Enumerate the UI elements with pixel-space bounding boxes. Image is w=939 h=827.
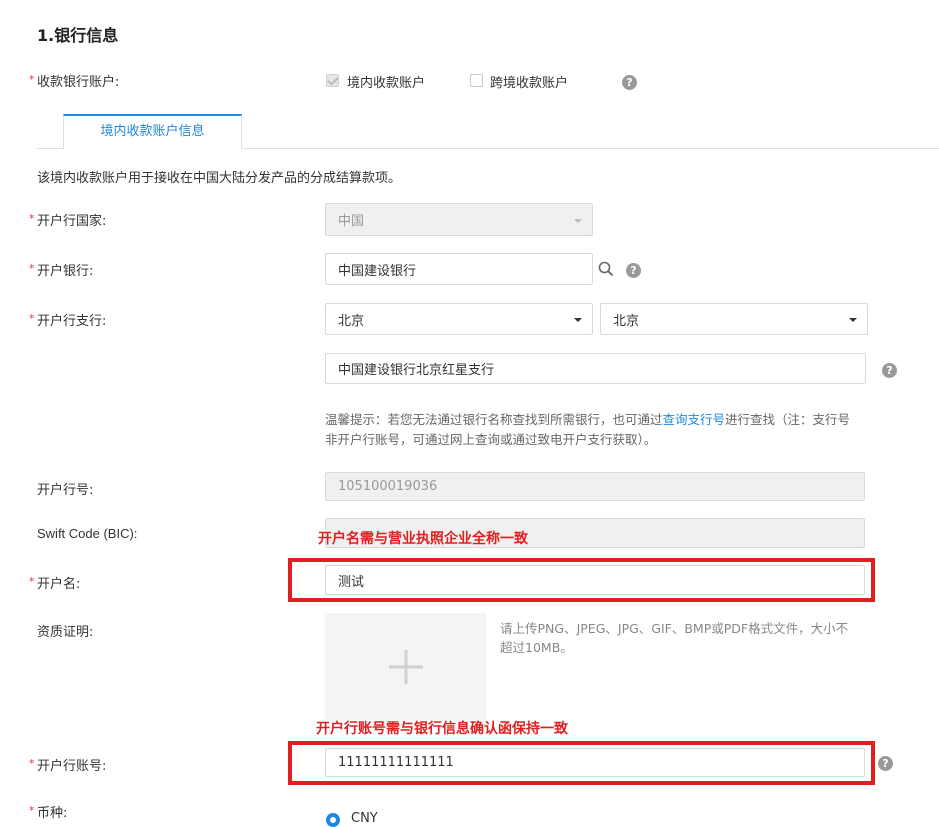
account-name-value: 测试: [338, 574, 365, 590]
bank-value: 中国建设银行: [338, 263, 417, 279]
account-number-input[interactable]: 11111111111111: [325, 748, 865, 777]
account-name-annotation: 开户名需与营业执照企业全称一致: [318, 531, 528, 547]
currency-option-label: CNY: [351, 811, 378, 826]
required-mark: *: [29, 262, 35, 275]
currency-radio-cny[interactable]: [326, 813, 340, 827]
search-icon[interactable]: [598, 261, 614, 277]
province-select[interactable]: 北京: [325, 303, 593, 335]
account-number-label: 开户行账号:: [37, 759, 107, 774]
required-mark: *: [29, 212, 35, 225]
tip-text: 温馨提示：若您无法通过银行名称查找到所需银行，也可通过: [325, 412, 663, 427]
account-name-input[interactable]: 测试: [325, 565, 865, 595]
bank-input[interactable]: 中国建设银行: [325, 253, 593, 285]
province-value: 北京: [338, 313, 365, 329]
upload-area[interactable]: [325, 613, 486, 720]
question-icon[interactable]: ?: [878, 756, 893, 771]
swift-code-label: Swift Code (BIC):: [37, 526, 138, 541]
bank-label: 开户银行:: [37, 264, 94, 279]
country-select[interactable]: 中国: [325, 203, 593, 236]
account-name-label: 开户名:: [37, 577, 81, 592]
query-branch-link[interactable]: 查询支行号: [663, 412, 726, 427]
country-label: 开户行国家:: [37, 214, 107, 229]
account-number-value: 11111111111111: [338, 755, 454, 770]
required-mark: *: [29, 575, 35, 588]
branch-name-input[interactable]: 中国建设银行北京红星支行: [325, 353, 866, 384]
branch-tip: 温馨提示：若您无法通过银行名称查找到所需银行，也可通过查询支行号进行查找（注：支…: [325, 410, 850, 450]
tip-text: 进行查找（注：支行号: [725, 412, 851, 427]
chevron-down-icon: [574, 318, 582, 322]
city-select[interactable]: 北京: [600, 303, 868, 335]
country-value: 中国: [338, 214, 365, 229]
chevron-down-icon: [849, 318, 857, 322]
crossborder-account-option-label: 跨境收款账户: [490, 76, 569, 91]
required-mark: *: [29, 757, 35, 770]
city-value: 北京: [613, 313, 640, 329]
account-type-label: 收款银行账户:: [37, 75, 120, 90]
required-mark: *: [29, 804, 35, 817]
plus-icon: [389, 650, 423, 684]
required-mark: *: [29, 73, 35, 86]
bank-code-input[interactable]: 105100019036: [325, 472, 865, 501]
bank-code-value: 105100019036: [338, 479, 438, 494]
tab-label: 境内收款账户信息: [100, 124, 205, 139]
upload-hint-text: 超过10MB。: [500, 640, 573, 655]
question-icon[interactable]: ?: [626, 263, 641, 278]
upload-hint: 请上传PNG、JPEG、JPG、GIF、BMP或PDF格式文件，大小不 超过10…: [500, 619, 848, 657]
account-number-annotation: 开户行账号需与银行信息确认函保持一致: [316, 721, 568, 737]
upload-hint-text: 请上传PNG、JPEG、JPG、GIF、BMP或PDF格式文件，大小不: [500, 621, 849, 636]
tab-domestic-account-info[interactable]: 境内收款账户信息: [63, 114, 242, 149]
section-title: 1.银行信息: [37, 26, 119, 45]
currency-label: 币种:: [37, 806, 68, 821]
domestic-account-checkbox[interactable]: [326, 74, 339, 87]
branch-label: 开户行支行:: [37, 314, 107, 329]
bank-code-label: 开户行号:: [37, 483, 94, 498]
chevron-down-icon: [574, 218, 582, 223]
question-icon[interactable]: ?: [882, 363, 897, 378]
crossborder-account-checkbox[interactable]: [470, 74, 483, 87]
required-mark: *: [29, 312, 35, 325]
tab-description: 该境内收款账户用于接收在中国大陆分发产品的分成结算款项。: [37, 171, 402, 186]
tip-text: 非开户行账号，可通过网上查询或通过致电开户支行获取）。: [325, 432, 657, 447]
qualification-label: 资质证明:: [37, 625, 94, 640]
domestic-account-option-label: 境内收款账户: [347, 76, 426, 91]
branch-name-value: 中国建设银行北京红星支行: [338, 363, 495, 378]
question-icon[interactable]: ?: [622, 75, 637, 90]
